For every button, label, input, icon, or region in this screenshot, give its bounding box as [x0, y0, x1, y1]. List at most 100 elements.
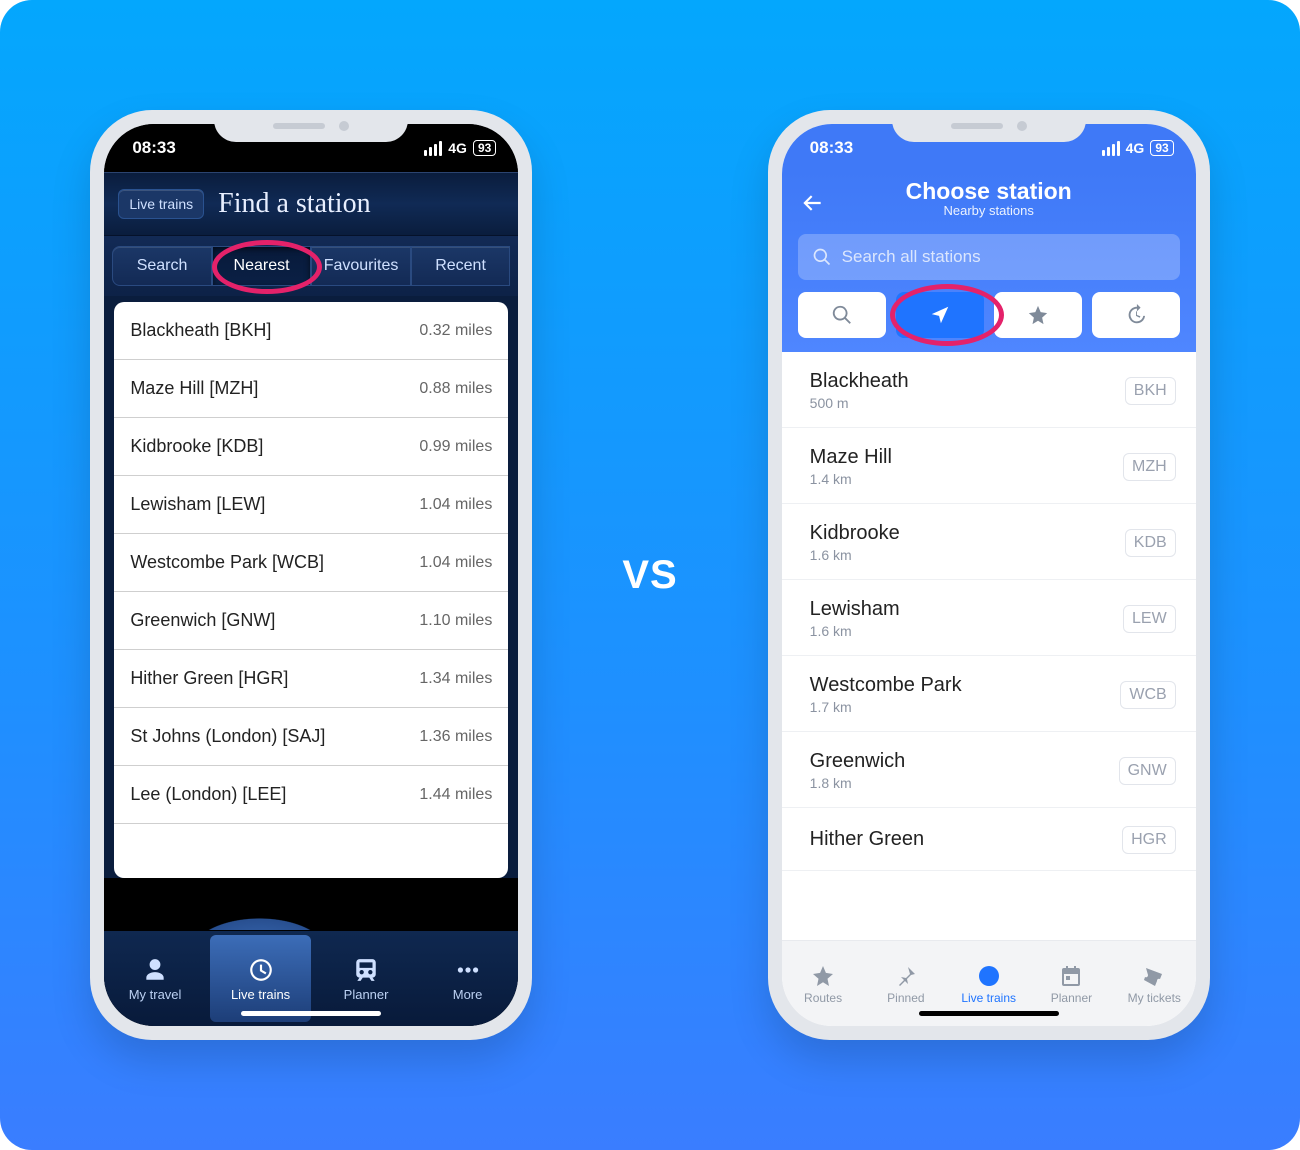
station-row[interactable]: Lewisham [LEW]1.04 miles [114, 476, 508, 534]
header: Live trains Find a station [104, 172, 518, 236]
station-row[interactable]: Kidbrooke [KDB] 0.99 miles [114, 418, 508, 476]
station-name: Hither Green [810, 828, 925, 851]
star-icon [1027, 304, 1049, 326]
station-code: BKH [1125, 377, 1176, 405]
page-title: Find a station [218, 188, 370, 220]
clock-icon [976, 963, 1002, 989]
history-icon [1125, 304, 1147, 326]
nav-routes[interactable]: Routes [782, 941, 865, 1026]
status-network: 4G [448, 140, 467, 156]
station-name: Blackheath [810, 370, 909, 393]
station-row[interactable]: Maze Hill 1.4 km MZH [782, 428, 1196, 504]
home-indicator [241, 1011, 381, 1016]
calendar-icon [1058, 963, 1084, 989]
status-time: 08:33 [810, 138, 853, 158]
station-row[interactable]: Maze Hill [MZH]0.88 miles [114, 360, 508, 418]
nav-label: Planner [1051, 991, 1092, 1005]
station-list: Blackheath 500 m BKH Maze Hill 1.4 km MZH Kidb… [782, 352, 1196, 871]
station-distance: 1.36 miles [419, 728, 492, 746]
status-network: 4G [1126, 140, 1145, 156]
station-distance: 1.44 miles [419, 786, 492, 804]
back-button[interactable]: Live trains [118, 189, 204, 219]
station-distance: 0.32 miles [419, 322, 492, 340]
segment-nearby[interactable] [896, 292, 984, 338]
battery-icon: 93 [473, 140, 496, 156]
star-icon [810, 963, 836, 989]
battery-icon: 93 [1150, 140, 1173, 156]
arrow-left-icon [799, 190, 825, 216]
vs-label: VS [622, 553, 677, 598]
station-distance: 1.8 km [810, 775, 906, 791]
station-label: Lee (London) [LEE] [130, 784, 286, 805]
nav-label: Routes [804, 991, 842, 1005]
signal-icon [424, 141, 442, 156]
station-row[interactable]: Blackheath [BKH] 0.32 miles [114, 302, 508, 360]
station-row[interactable]: Hither Green [HGR] 1.34 miles [114, 650, 508, 708]
segment-recent[interactable] [1092, 292, 1180, 338]
station-code: MZH [1123, 453, 1176, 481]
nav-live-trains[interactable]: Live trains [210, 935, 312, 1022]
nav-label: My tickets [1128, 991, 1181, 1005]
station-distance: 1.34 miles [419, 670, 492, 688]
station-name: Maze Hill [810, 446, 892, 469]
station-row[interactable]: St Johns (London) [SAJ] 1.36 miles [114, 708, 508, 766]
status-time: 08:33 [132, 138, 175, 158]
signal-icon [1102, 141, 1120, 156]
back-button[interactable] [798, 189, 826, 217]
station-distance: 0.99 miles [419, 438, 492, 456]
phone-notch [214, 110, 408, 142]
station-distance: 1.6 km [810, 623, 900, 639]
segment-search[interactable] [798, 292, 886, 338]
tab-bar: Search Nearest Favourites Recent [104, 236, 518, 296]
nav-label: Planner [344, 987, 389, 1002]
station-label: Blackheath [BKH] [130, 320, 271, 341]
search-input[interactable] [798, 234, 1180, 280]
tab-nearest[interactable]: Nearest [212, 246, 312, 286]
segment-favourites[interactable] [994, 292, 1082, 338]
station-row[interactable]: Westcombe Park [WCB] 1.04 miles [114, 534, 508, 592]
nav-label: More [453, 987, 483, 1002]
clock-icon [247, 956, 275, 984]
tab-search[interactable]: Search [112, 246, 212, 286]
station-name: Lewisham [810, 598, 900, 621]
station-label: St Johns (London) [SAJ] [130, 726, 325, 747]
station-distance: 1.6 km [810, 547, 900, 563]
tab-recent[interactable]: Recent [411, 246, 511, 286]
tab-favourites[interactable]: Favourites [311, 246, 411, 286]
search-icon [812, 247, 832, 267]
search-icon [831, 304, 853, 326]
station-row[interactable]: Hither Green HGR [782, 808, 1196, 871]
comparison-canvas: 08:33 4G 93 Live trains Find a station S… [0, 0, 1300, 1150]
train-icon [352, 956, 380, 984]
station-row[interactable]: Blackheath 500 m BKH [782, 352, 1196, 428]
station-distance: 500 m [810, 395, 909, 411]
phone-frame-old: 08:33 4G 93 Live trains Find a station S… [90, 110, 532, 1040]
station-row[interactable]: Lee (London) [LEE] 1.44 miles [114, 766, 508, 824]
pin-icon [893, 963, 919, 989]
station-distance: 0.88 miles [419, 380, 492, 398]
station-label: Westcombe Park [WCB] [130, 552, 324, 573]
station-code: GNW [1119, 757, 1176, 785]
station-row[interactable]: Lewisham1.6 kmLEW [782, 580, 1196, 656]
station-label: Kidbrooke [KDB] [130, 436, 263, 457]
search-field[interactable] [842, 247, 1166, 267]
station-row[interactable]: Greenwich1.8 kmGNW [782, 732, 1196, 808]
home-indicator [919, 1011, 1059, 1016]
station-label: Greenwich [GNW] [130, 610, 275, 631]
nav-more[interactable]: More [417, 931, 519, 1026]
nav-my-tickets[interactable]: My tickets [1113, 941, 1196, 1026]
station-distance: 1.04 miles [419, 554, 492, 572]
header: Choose station Nearby stations [782, 172, 1196, 352]
station-list: Blackheath [BKH] 0.32 miles Maze Hill [MZH… [104, 296, 518, 878]
station-distance: 1.4 km [810, 471, 892, 487]
station-row[interactable]: Greenwich [GNW]1.10 miles [114, 592, 508, 650]
station-code: HGR [1122, 826, 1176, 854]
station-distance: 1.04 miles [419, 496, 492, 514]
station-row[interactable]: Westcombe Park1.7 kmWCB [782, 656, 1196, 732]
station-name: Westcombe Park [810, 674, 962, 697]
station-row[interactable]: Kidbrooke1.6 kmKDB [782, 504, 1196, 580]
nav-my-travel[interactable]: My travel [104, 931, 206, 1026]
nav-label: My travel [129, 987, 182, 1002]
station-label: Hither Green [HGR] [130, 668, 288, 689]
page-subtitle: Nearby stations [782, 203, 1196, 218]
